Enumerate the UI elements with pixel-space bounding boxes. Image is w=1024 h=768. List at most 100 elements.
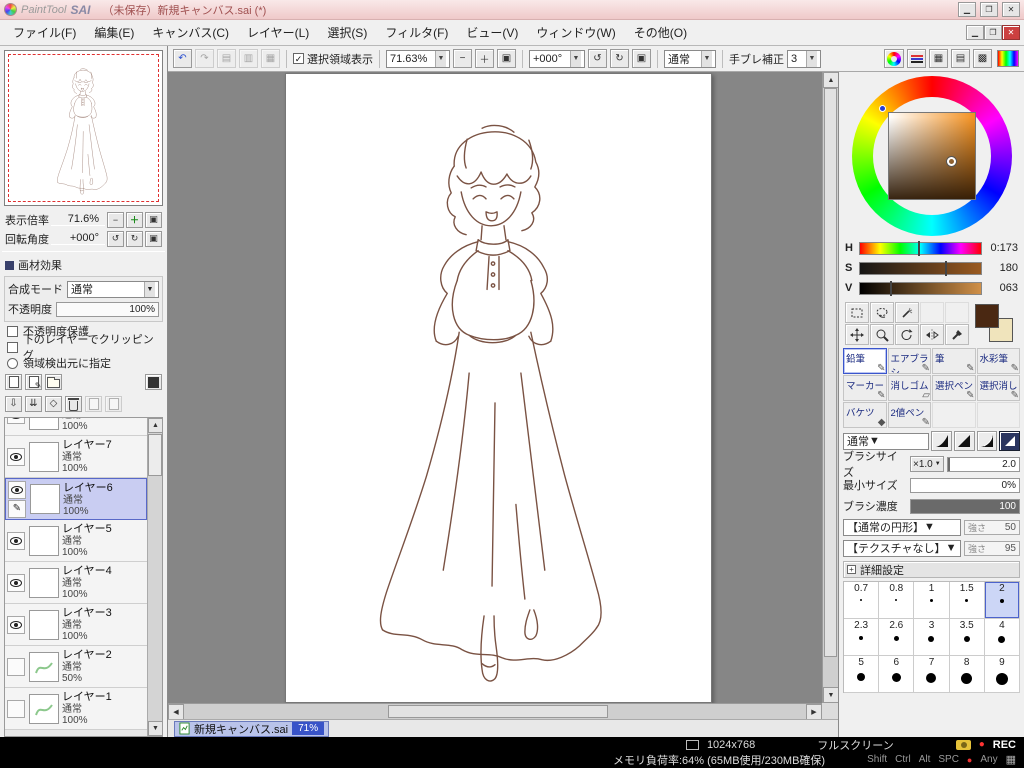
rect-select-tool[interactable] [845, 302, 869, 323]
flip-view-tool[interactable] [920, 324, 944, 345]
layer-item[interactable]: レイヤー4 通常 100% [5, 562, 147, 604]
layer-mask-button[interactable] [145, 374, 162, 390]
invert-selection-button[interactable]: ▦ [261, 49, 280, 68]
scrollbar-thumb[interactable] [824, 88, 837, 657]
tool-brush[interactable]: 筆 ✎ [932, 348, 976, 374]
preset-cell[interactable]: 4 [984, 619, 1020, 656]
deselect-button[interactable]: ▤ [217, 49, 236, 68]
vertical-scrollbar[interactable]: ▲ ▼ [822, 72, 838, 703]
clipping-group-checkbox[interactable] [7, 341, 18, 353]
chevron-down-icon[interactable]: ▼ [806, 50, 817, 67]
layer-item[interactable]: レイヤー2 通常 50% [5, 646, 147, 688]
preset-cell[interactable]: 1 [914, 582, 950, 619]
nav-rotate-cw-button[interactable]: ↻ [126, 230, 143, 247]
layer-item[interactable]: レイヤー3 通常 100% [5, 604, 147, 646]
transfer-layer-button[interactable]: ⇩ [5, 396, 22, 412]
scrollbar-thumb[interactable] [148, 434, 162, 476]
paste-layer-button[interactable] [105, 396, 122, 412]
saturation-slider[interactable] [859, 260, 982, 276]
preset-cell[interactable]: 0.7 [844, 582, 880, 619]
menu-selection[interactable]: 選択(S) [318, 21, 376, 44]
preset-cell[interactable]: 5 [844, 656, 880, 693]
brush-tip-selected[interactable] [999, 431, 1021, 451]
brush-tip-convex[interactable] [976, 431, 998, 451]
brush-size-unit-button[interactable]: ×1.0 ▼ [910, 456, 944, 472]
preset-cell[interactable]: 3 [914, 619, 950, 656]
preset-cell[interactable]: 2.6 [879, 619, 915, 656]
min-size-slider[interactable]: 0% [910, 477, 1020, 493]
preset-cell[interactable]: 3.5 [949, 619, 985, 656]
zoom-out-button[interactable]: − [453, 49, 472, 68]
minimize-button[interactable]: ▁ [958, 2, 976, 17]
chevron-down-icon[interactable]: ▼ [869, 435, 880, 447]
scroll-up-arrow[interactable]: ▲ [823, 72, 838, 88]
preset-cell[interactable]: 2.3 [844, 619, 880, 656]
menu-window[interactable]: ウィンドウ(W) [527, 21, 624, 44]
tool-selection-pen[interactable]: 選択ペン ✎ [932, 375, 976, 401]
shape-strength-field[interactable]: 強さ 50 [964, 519, 1020, 535]
layer-item-selected[interactable]: ✎ レイヤー6 通常 100% [5, 478, 147, 520]
new-linework-layer-button[interactable] [25, 374, 42, 390]
tool-marker[interactable]: マーカー ✎ [843, 375, 887, 401]
rotate-ccw-button[interactable]: ↺ [588, 49, 607, 68]
maximize-button[interactable]: ❐ [980, 2, 998, 17]
layer-visibility-toggle[interactable] [7, 573, 25, 592]
color-wheel-toggle-button[interactable] [884, 49, 904, 68]
zoom-tool[interactable] [870, 324, 894, 345]
nav-zoom-out-button[interactable]: − [107, 211, 124, 228]
scroll-up-arrow[interactable]: ▲ [148, 418, 162, 433]
chevron-down-icon[interactable]: ▼ [435, 50, 446, 67]
canvas-tab[interactable]: 新規キャンバス.sai 71% [174, 720, 330, 737]
brush-density-slider[interactable]: 100 [910, 498, 1020, 514]
rotate-cw-button[interactable]: ↻ [610, 49, 629, 68]
document-close-button[interactable]: ✕ [1002, 25, 1020, 40]
close-button[interactable]: ✕ [1002, 2, 1020, 17]
layer-visibility-toggle[interactable] [7, 699, 25, 718]
scroll-down-arrow[interactable]: ▼ [823, 687, 838, 703]
chevron-down-icon[interactable]: ▼ [924, 521, 935, 533]
chevron-down-icon[interactable]: ▼ [144, 281, 155, 297]
horizontal-scrollbar[interactable]: ◀ ▶ [168, 703, 822, 720]
nav-rotate-ccw-button[interactable]: ↺ [107, 230, 124, 247]
move-tool[interactable] [845, 324, 869, 345]
preset-cell[interactable]: 7 [914, 656, 950, 693]
advanced-settings-header[interactable]: + 詳細設定 [843, 561, 1020, 578]
layer-item[interactable]: 通常100% [5, 418, 147, 436]
rotate-view-tool[interactable] [895, 324, 919, 345]
scratchpad-toggle-button[interactable]: ▤ [951, 49, 970, 68]
tool-binary-pen[interactable]: 2値ペン ✎ [887, 402, 931, 428]
layer-item[interactable]: レイヤー7 通常 100% [5, 436, 147, 478]
zoom-field[interactable]: 71.63% ▼ [386, 49, 450, 68]
selection-source-radio[interactable] [7, 357, 18, 369]
layer-blend-mode-select[interactable]: 通常 ▼ [67, 280, 159, 298]
tool-watercolor[interactable]: 水彩筆 ✎ [976, 348, 1020, 374]
brush-tip-concave[interactable] [931, 431, 953, 451]
crop-selection-button[interactable]: ▥ [239, 49, 258, 68]
merge-layer-button[interactable]: ⇊ [25, 396, 42, 412]
lasso-tool[interactable] [870, 302, 894, 323]
brush-tip-linear[interactable] [954, 431, 975, 451]
zoom-in-button[interactable]: ＋ [475, 49, 494, 68]
brush-shape-select[interactable]: 【通常の円形】 ▼ [843, 518, 961, 536]
chevron-down-icon[interactable]: ▼ [946, 542, 957, 554]
tool-pencil[interactable]: 鉛筆 ✎ [843, 348, 887, 374]
primary-color-swatch[interactable] [975, 304, 999, 328]
chevron-down-icon[interactable]: ▼ [570, 50, 581, 67]
menu-edit[interactable]: 編集(E) [85, 21, 143, 44]
hue-slider[interactable] [859, 240, 982, 256]
eyedropper-tool[interactable] [945, 324, 969, 345]
preset-cell[interactable]: 9 [984, 656, 1020, 693]
value-slider[interactable] [859, 280, 982, 296]
document-restore-button[interactable]: ❐ [984, 25, 1002, 40]
delete-layer-button[interactable] [65, 396, 82, 412]
scroll-down-arrow[interactable]: ▼ [148, 721, 162, 736]
layer-visibility-toggle[interactable] [7, 418, 25, 424]
opacity-lock-checkbox[interactable] [7, 325, 18, 337]
copy-layer-button[interactable] [85, 396, 102, 412]
layer-list-scrollbar[interactable]: ▲ ▼ [147, 418, 162, 736]
nav-zoom-reset-button[interactable]: ▣ [145, 211, 162, 228]
color-wheel[interactable] [851, 76, 1012, 236]
swatches-toggle-button[interactable]: ▦ [929, 49, 948, 68]
layer-visibility-toggle[interactable] [8, 480, 26, 499]
rainbow-swatch[interactable] [997, 50, 1019, 67]
